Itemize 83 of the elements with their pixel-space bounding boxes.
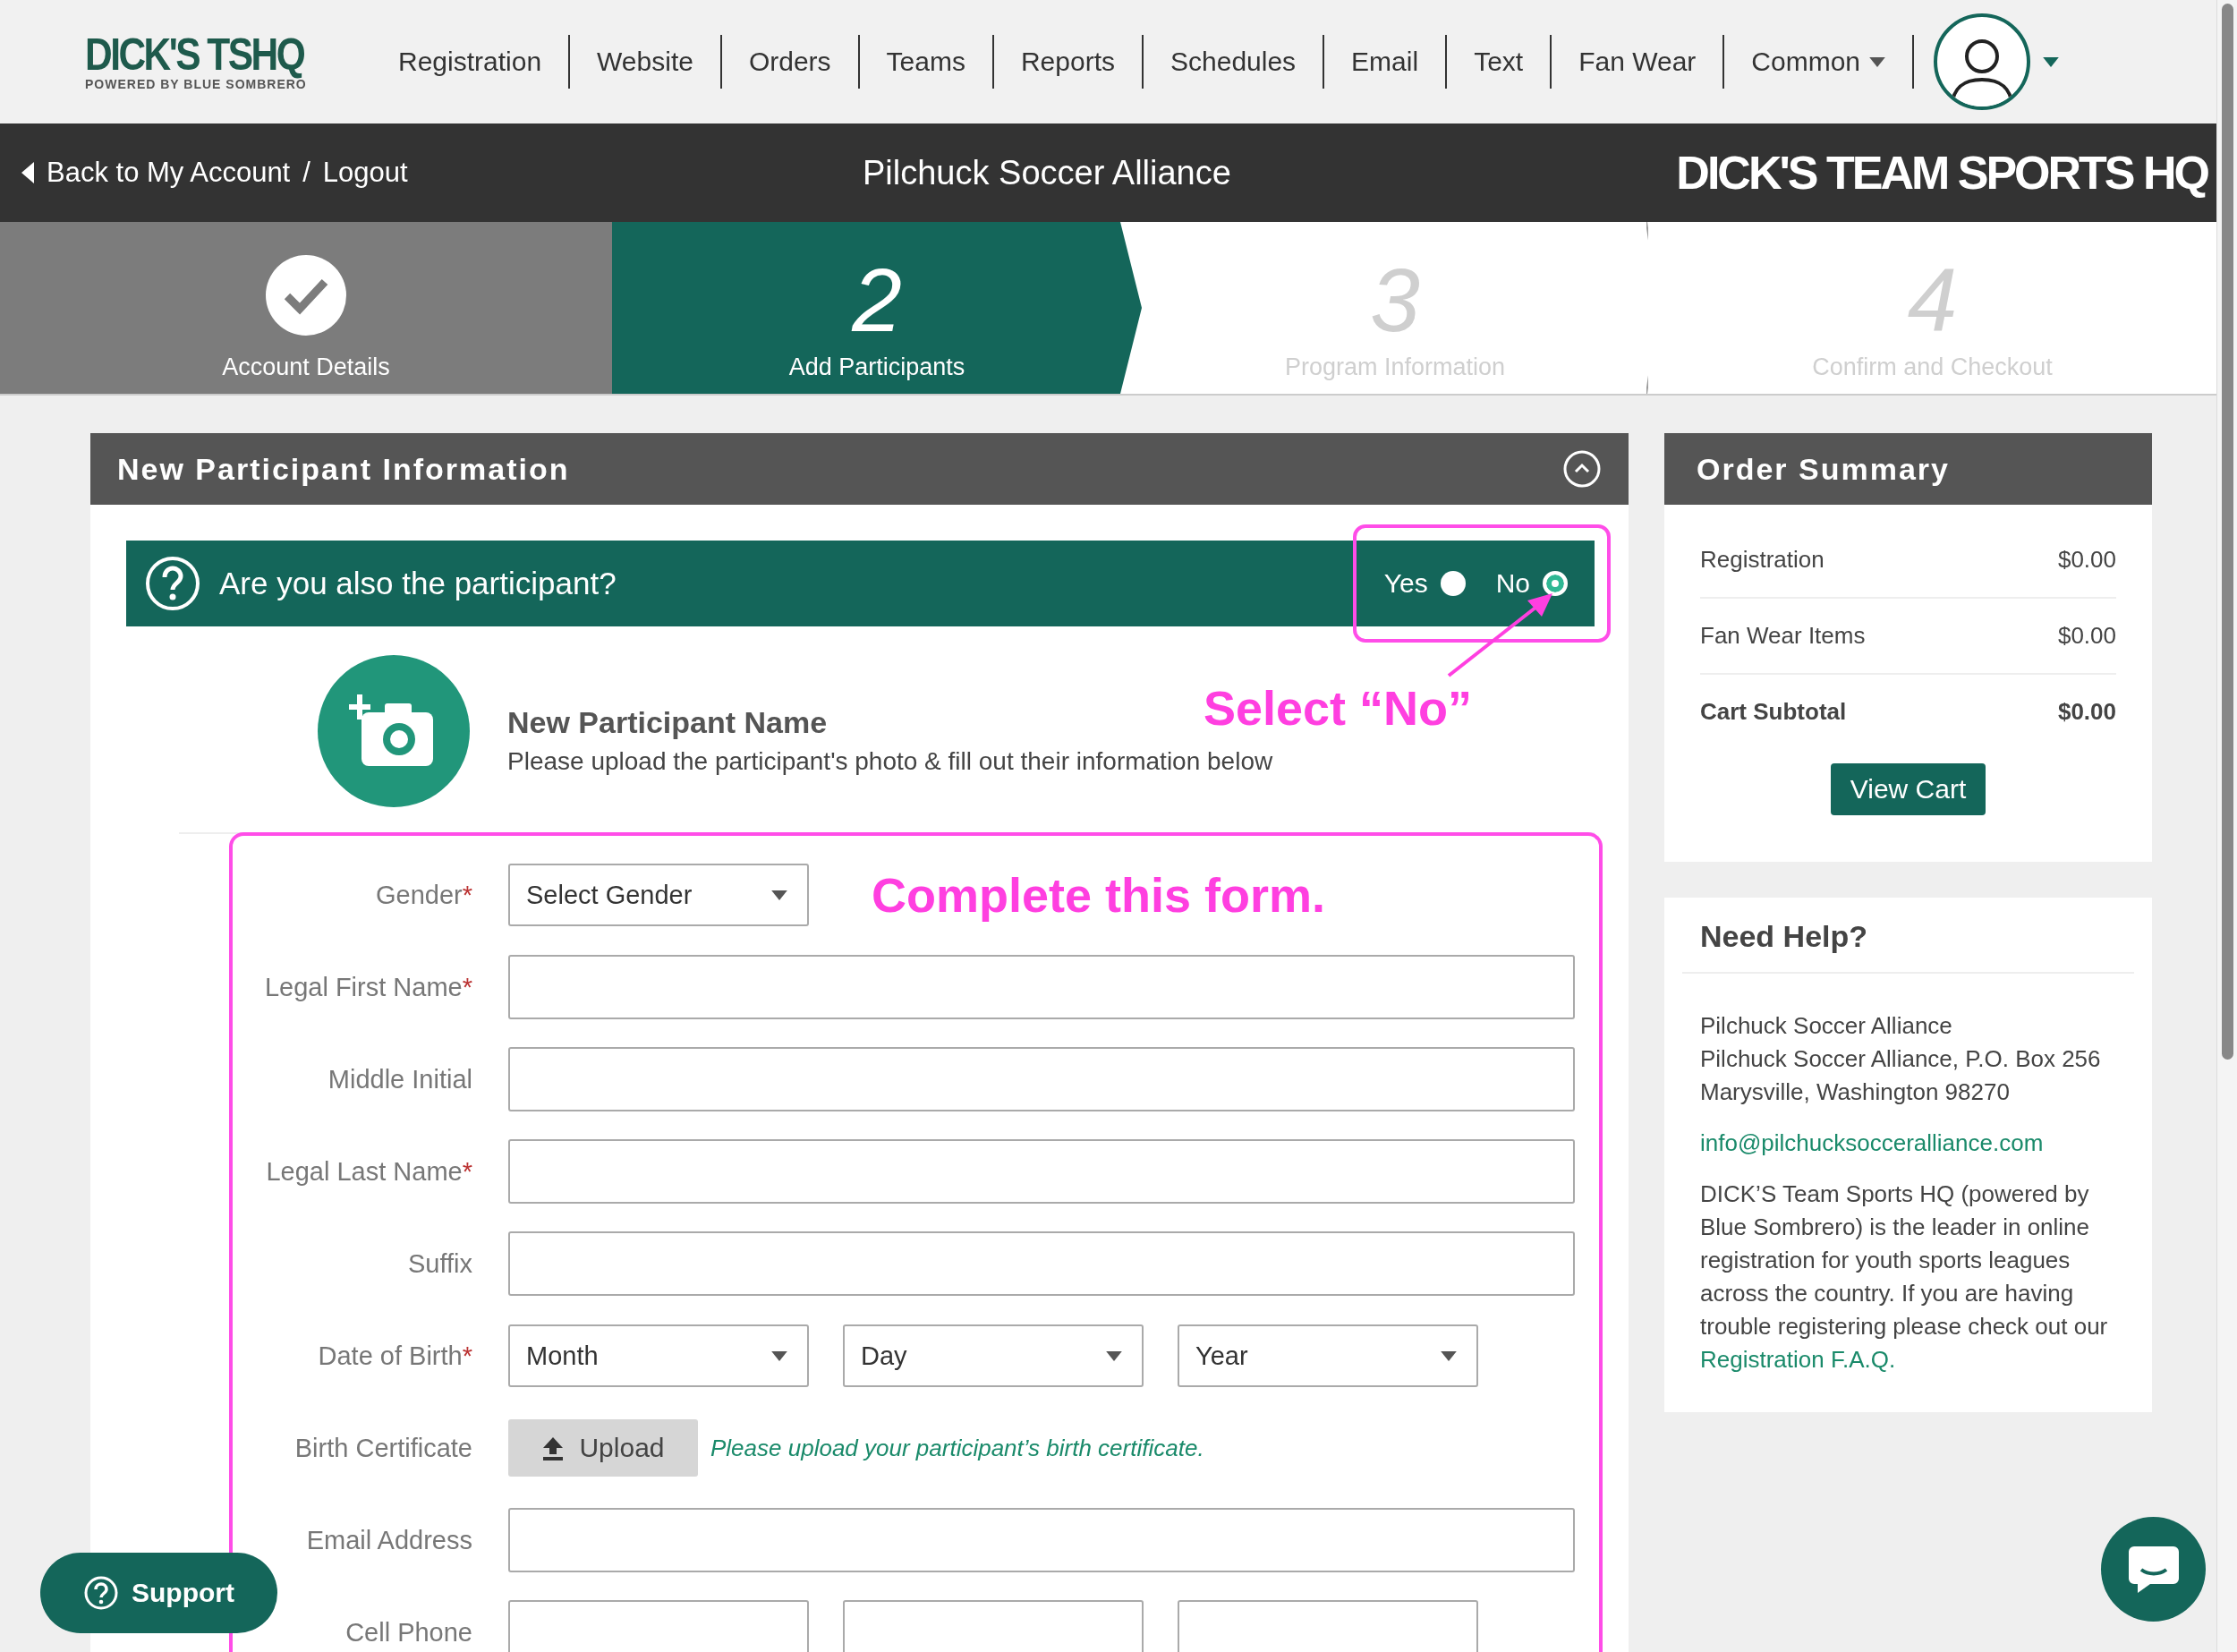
- summary-amount: $0.00: [2057, 622, 2116, 650]
- caret-icon: [1869, 56, 1886, 67]
- step-label: Add Participants: [788, 353, 965, 381]
- help-icon: [144, 555, 201, 612]
- radio-label[interactable]: Yes: [1383, 568, 1428, 599]
- dropdown-select[interactable]: Select Gender: [508, 864, 809, 926]
- radio-button[interactable]: [1440, 571, 1466, 596]
- email-link[interactable]: info@pilchucksocceralliance.com: [1700, 1127, 2116, 1160]
- support-button[interactable]: Support: [40, 1553, 277, 1633]
- logo-title[interactable]: DICK'S TSHQ: [85, 32, 313, 77]
- brand-logo: DICK'S TEAM SPORTS HQ: [1676, 146, 2207, 200]
- address-line: Pilchuck Soccer Alliance: [1700, 1011, 1953, 1041]
- step-tab[interactable]: Account Details: [0, 222, 612, 394]
- phone-field[interactable]: [843, 1600, 1144, 1652]
- nav-item[interactable]: Text: [1447, 35, 1552, 89]
- logout-link[interactable]: Logout: [322, 157, 408, 189]
- dropdown-select[interactable]: Year: [1178, 1324, 1478, 1387]
- back-icon: [21, 162, 34, 183]
- field-label: Legal Last Name*: [265, 1156, 472, 1187]
- summary-amount: $0.00: [2057, 698, 2116, 726]
- nav-item[interactable]: Teams: [859, 35, 994, 89]
- collapse-icon[interactable]: [1562, 449, 1602, 489]
- back-link[interactable]: Back to My Account: [47, 157, 291, 189]
- caret-icon[interactable]: [2043, 56, 2060, 67]
- nav-item[interactable]: Schedules: [1144, 35, 1325, 89]
- nav-item[interactable]: Reports: [993, 35, 1144, 89]
- link-separator: /: [302, 157, 310, 189]
- upload-button[interactable]: Upload: [508, 1419, 698, 1477]
- text-field[interactable]: [508, 1139, 1575, 1204]
- annotation-text: Complete this form.: [872, 867, 1326, 923]
- nav-item[interactable]: Registration: [371, 35, 571, 89]
- step-tab[interactable]: 2 Add Participants: [612, 222, 1142, 394]
- chat-icon: [2126, 1544, 2181, 1595]
- step-number: 2: [852, 255, 902, 345]
- help-icon: [83, 1575, 119, 1611]
- nav-item[interactable]: Orders: [721, 35, 860, 89]
- address-line: Pilchuck Soccer Alliance, P.O. Box 256: [1700, 1044, 2102, 1074]
- field-label: Date of Birth*: [317, 1341, 472, 1371]
- radio-button[interactable]: [1543, 571, 1568, 596]
- nav-item[interactable]: Email: [1324, 35, 1448, 89]
- help-title: Need Help?: [1699, 918, 1869, 955]
- about-text: DICK’S Team Sports HQ (powered by Blue Sombrero) is the leader in online registration for youth sports leagues across the country. If you are having trouble registering please check out our Registration F.A.Q.: [1700, 1179, 2109, 1375]
- radio-label[interactable]: No: [1495, 568, 1530, 599]
- text-field[interactable]: [508, 955, 1575, 1019]
- question-text: Are you also the participant?: [219, 566, 617, 601]
- faq-link[interactable]: Registration F.A.Q.: [1700, 1346, 1896, 1373]
- participant-hint: Please upload the participant's photo & fill out their information below: [507, 746, 1273, 776]
- step-label: Account Details: [222, 353, 390, 381]
- phone-field[interactable]: [508, 1600, 809, 1652]
- caret-icon: [771, 1350, 787, 1361]
- field-label: Email Address: [305, 1525, 472, 1555]
- text-field[interactable]: [508, 1231, 1575, 1296]
- field-label: Gender*: [374, 880, 472, 910]
- dropdown-select[interactable]: Month: [508, 1324, 809, 1387]
- summary-label: Registration: [1700, 546, 1824, 574]
- dropdown-select[interactable]: Day: [843, 1324, 1144, 1387]
- field-label: Birth Certificate: [293, 1433, 472, 1463]
- scrollbar[interactable]: [2216, 0, 2237, 1652]
- caret-icon: [1106, 1350, 1122, 1361]
- summary-amount: $0.00: [2057, 546, 2116, 574]
- upload-note: Please upload your participant’s birth certificate.: [710, 1434, 1204, 1462]
- annotation-text: Select “No”: [1204, 680, 1473, 736]
- panel-title: Order Summary: [1697, 451, 1950, 487]
- panel-title: New Participant Information: [117, 451, 570, 487]
- nav-item[interactable]: Fan Wear: [1552, 35, 1725, 89]
- view-cart-button[interactable]: View Cart: [1830, 763, 1986, 815]
- field-label: Middle Initial: [327, 1064, 472, 1094]
- summary-label: Fan Wear Items: [1700, 622, 1866, 650]
- field-label: Legal First Name*: [263, 972, 472, 1002]
- upload-icon: [541, 1435, 566, 1460]
- organization-title: Pilchuck Soccer Alliance: [863, 153, 1231, 192]
- field-label: Suffix: [407, 1248, 472, 1279]
- nav-item[interactable]: Common: [1724, 35, 1915, 89]
- summary-label: Cart Subtotal: [1700, 698, 1847, 726]
- caret-icon: [771, 890, 787, 900]
- address-line: Marysville, Washington 98270: [1700, 1077, 2011, 1107]
- text-field[interactable]: [508, 1508, 1575, 1572]
- text-field[interactable]: [508, 1047, 1575, 1111]
- nav-item[interactable]: Website: [570, 35, 722, 89]
- field-label: Cell Phone: [344, 1617, 472, 1648]
- checkmark-icon: [266, 255, 346, 336]
- phone-field[interactable]: [1178, 1600, 1478, 1652]
- caret-icon: [1441, 1350, 1457, 1361]
